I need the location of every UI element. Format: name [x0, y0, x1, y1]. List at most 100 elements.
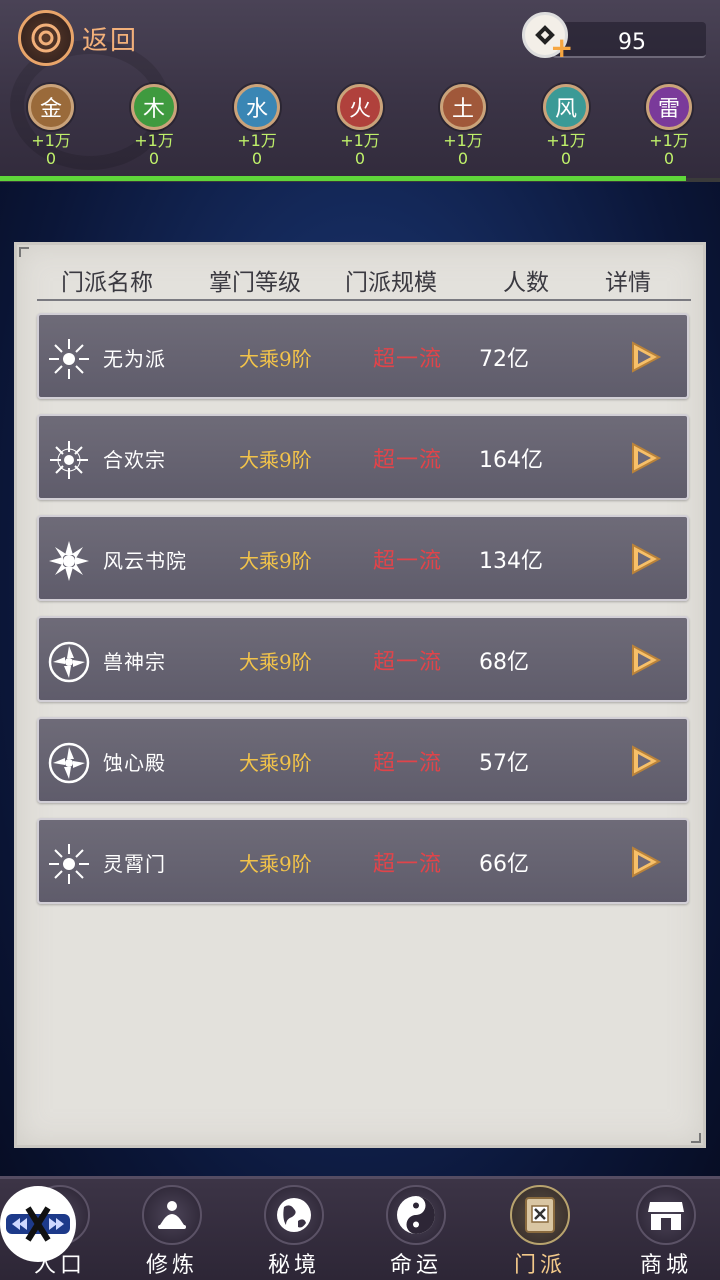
table-row[interactable]: 风云书院 大乘9阶 超一流 134亿	[37, 515, 689, 601]
element-gain: +1万	[443, 131, 483, 150]
panel-corner	[691, 1133, 701, 1143]
yin-yang-icon	[386, 1185, 446, 1245]
currency-display[interactable]: + 95	[522, 12, 708, 62]
table-row[interactable]: 合欢宗 大乘9阶 超一流 164亿	[37, 414, 689, 500]
thunder-orb-icon: 雷	[646, 84, 692, 130]
element-count: 0	[354, 149, 366, 168]
table-row[interactable]: 蚀心殿 大乘9阶 超一流 57亿	[37, 717, 689, 803]
table-row[interactable]: 无为派 大乘9阶 超一流 72亿	[37, 313, 689, 399]
panel-corner	[19, 247, 29, 257]
element-metal[interactable]: 金 +1万 0	[6, 84, 96, 174]
wind-orb-icon: 风	[543, 84, 589, 130]
back-icon	[18, 10, 74, 66]
header-sect-name: 门派名称	[61, 270, 153, 296]
element-gain: +1万	[649, 131, 689, 150]
shop-icon	[636, 1185, 696, 1245]
element-count: 0	[457, 149, 469, 168]
element-wood[interactable]: 木 +1万 0	[109, 84, 199, 174]
play-detail-icon[interactable]	[627, 541, 663, 577]
element-gain: +1万	[340, 131, 380, 150]
element-count: 0	[148, 149, 160, 168]
back-button[interactable]: 返回	[18, 10, 158, 66]
earth-orb-icon: 土	[440, 84, 486, 130]
sect-name: 合欢宗	[103, 448, 166, 472]
nav-label: 命运	[389, 1253, 442, 1278]
sect-name: 灵霄门	[103, 852, 166, 876]
leader-level: 大乘9阶	[239, 650, 312, 674]
table-header: 门派名称 掌门等级 门派规模 人数 详情	[37, 259, 691, 301]
sect-name: 无为派	[103, 347, 166, 371]
sect-name: 兽神宗	[103, 650, 166, 674]
meditation-icon	[142, 1185, 202, 1245]
nav-label: 商城	[639, 1253, 692, 1278]
sect-book-icon	[510, 1185, 570, 1245]
swirl-emblem-icon	[48, 742, 90, 784]
element-count: 0	[251, 149, 263, 168]
sect-scale: 超一流	[373, 650, 443, 675]
leader-level: 大乘9阶	[239, 852, 312, 876]
element-thunder[interactable]: 雷 +1万 0	[624, 84, 714, 174]
header-progress-bar	[0, 176, 686, 181]
element-count: 0	[560, 149, 572, 168]
element-gain: +1万	[134, 131, 174, 150]
sect-list-panel: 门派名称 掌门等级 门派规模 人数 详情 无为派 大乘9阶 超一流 72亿 合欢…	[14, 242, 706, 1148]
header-population: 人数	[503, 270, 549, 296]
element-fire[interactable]: 火 +1万 0	[315, 84, 405, 174]
sect-name: 蚀心殿	[103, 751, 166, 775]
play-detail-icon[interactable]	[627, 743, 663, 779]
element-water[interactable]: 水 +1万 0	[212, 84, 302, 174]
element-earth[interactable]: 土 +1万 0	[418, 84, 508, 174]
sect-population: 66亿	[479, 852, 529, 877]
element-gain: +1万	[237, 131, 277, 150]
sect-scale: 超一流	[373, 751, 443, 776]
element-gain: +1万	[31, 131, 71, 150]
rewind-forward-icon	[6, 1206, 70, 1242]
top-header: 返回 + 95 金 +1万 0 木 +1万 0 水 +1万 0 火 +1万 0 …	[0, 0, 720, 182]
header-leader-level: 掌门等级	[209, 270, 301, 296]
element-count: 0	[663, 149, 675, 168]
element-resources: 金 +1万 0 木 +1万 0 水 +1万 0 火 +1万 0 土 +1万 0 …	[0, 84, 720, 174]
nav-item-fate[interactable]: 命运	[356, 1185, 476, 1280]
play-detail-icon[interactable]	[627, 339, 663, 375]
metal-orb-icon: 金	[28, 84, 74, 130]
element-count: 0	[45, 149, 57, 168]
nav-item-cultivate[interactable]: 修炼	[112, 1185, 232, 1280]
currency-value: 95	[618, 30, 646, 55]
sect-scale: 超一流	[373, 549, 443, 574]
play-detail-icon[interactable]	[627, 440, 663, 476]
sect-scale: 超一流	[373, 347, 443, 372]
sun-emblem-icon	[49, 339, 89, 379]
sect-population: 57亿	[479, 751, 529, 776]
nav-item-realm[interactable]: 秘境	[234, 1185, 354, 1280]
element-wind[interactable]: 风 +1万 0	[521, 84, 611, 174]
fire-orb-icon: 火	[337, 84, 383, 130]
table-row[interactable]: 兽神宗 大乘9阶 超一流 68亿	[37, 616, 689, 702]
nav-label: 秘境	[267, 1253, 320, 1278]
play-detail-icon[interactable]	[627, 844, 663, 880]
nav-label: 门派	[513, 1253, 566, 1278]
floating-assist-button[interactable]	[0, 1186, 76, 1262]
table-row[interactable]: 灵霄门 大乘9阶 超一流 66亿	[37, 818, 689, 904]
back-label: 返回	[82, 25, 139, 56]
water-orb-icon: 水	[234, 84, 280, 130]
globe-icon	[264, 1185, 324, 1245]
header-sect-scale: 门派规模	[345, 270, 437, 296]
shuriken-emblem-icon	[49, 541, 89, 581]
sect-name: 风云书院	[103, 549, 187, 573]
leader-level: 大乘9阶	[239, 549, 312, 573]
sect-population: 68亿	[479, 650, 529, 675]
play-detail-icon[interactable]	[627, 642, 663, 678]
sect-population: 134亿	[479, 549, 543, 574]
sun-emblem-icon	[49, 844, 89, 884]
leader-level: 大乘9阶	[239, 347, 312, 371]
sect-population: 72亿	[479, 347, 529, 372]
nav-item-shop[interactable]: 商城	[606, 1185, 720, 1280]
sect-scale: 超一流	[373, 852, 443, 877]
leader-level: 大乘9阶	[239, 751, 312, 775]
bottom-navigation: 人口 修炼 秘境 命运 门派 商城	[0, 1176, 720, 1280]
swirl-emblem-icon	[48, 641, 90, 683]
sect-scale: 超一流	[373, 448, 443, 473]
leader-level: 大乘9阶	[239, 448, 312, 472]
nav-item-sect[interactable]: 门派	[480, 1185, 600, 1280]
add-currency-icon[interactable]: +	[550, 34, 573, 62]
